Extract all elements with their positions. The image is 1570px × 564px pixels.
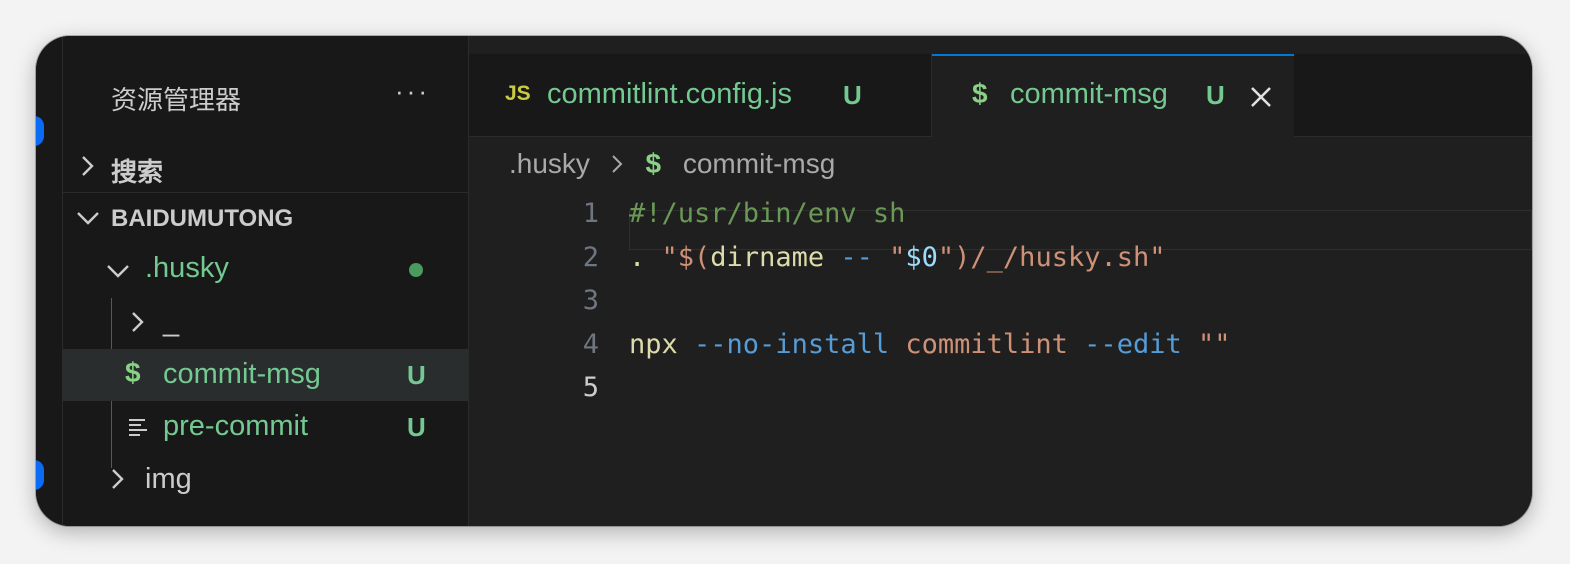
modified-dot-icon [409, 263, 423, 277]
code-text: npx --no-install commitlint --edit "" [629, 323, 1230, 367]
code-token: commitlint [905, 328, 1068, 360]
git-untracked-badge: U [407, 360, 426, 390]
activity-bar [36, 36, 63, 526]
search-section-header[interactable]: 搜索 [63, 140, 468, 193]
code-token: " [889, 241, 906, 273]
tree-item-label: pre-commit [163, 410, 309, 442]
search-section-label: 搜索 [111, 157, 164, 187]
tree-item-label: .husky [145, 252, 229, 284]
git-untracked-badge: U [407, 412, 426, 442]
breadcrumb: .husky $ commit-msg [509, 148, 835, 180]
tree-item-label: commit-msg [163, 358, 321, 390]
code-token: npx [629, 328, 678, 360]
code-line[interactable]: 3 [469, 279, 1532, 323]
code-token: "$( [661, 241, 711, 273]
code-token: ")/_/husky.sh" [937, 241, 1166, 273]
chevron-down-icon [77, 212, 99, 225]
explorer-title: 资源管理器 [111, 85, 242, 115]
vscode-window: 资源管理器 ··· 搜索 BAIDUMUTONG .husky _ $ comm… [36, 36, 1532, 526]
javascript-file-icon: JS [505, 82, 531, 105]
editor-area: JS commitlint.config.js U $ commit-msg U… [469, 36, 1532, 526]
breadcrumb-folder[interactable]: .husky [509, 148, 590, 179]
chevron-right-icon [112, 469, 124, 489]
code-token: $0 [905, 241, 938, 273]
code-token: dirname [710, 241, 825, 273]
tab-label: commitlint.config.js [547, 78, 792, 110]
tree-item-pre-commit[interactable]: pre-commit U [63, 402, 468, 452]
code-token: --edit [1067, 328, 1198, 360]
breadcrumb-file[interactable]: commit-msg [683, 148, 835, 179]
tab-bar: JS commitlint.config.js U $ commit-msg U [469, 54, 1532, 138]
more-actions-icon[interactable]: ··· [395, 76, 430, 107]
line-number: 5 [582, 372, 599, 403]
tree-item-label: img [145, 463, 192, 495]
tree-item-label: _ [163, 306, 180, 338]
code-line[interactable]: 4 npx --no-install commitlint --edit "" [469, 323, 1532, 367]
code-line[interactable]: 2. "$(dirname -- "$0")/_/husky.sh" [469, 236, 1532, 280]
git-untracked-badge: U [843, 80, 862, 110]
shell-script-icon: $ [972, 78, 988, 109]
workspace-name: BAIDUMUTONG [111, 205, 294, 232]
code-token: "" [1197, 328, 1231, 360]
code-token: -- [824, 241, 890, 273]
tab-commitlint-config[interactable]: JS commitlint.config.js U [469, 54, 932, 136]
shell-script-icon: $ [125, 357, 141, 388]
tree-item-underscore-folder[interactable]: _ [63, 298, 468, 348]
code-text: . "$(dirname -- "$0")/_/husky.sh" [629, 236, 1165, 280]
code-text: #!/usr/bin/env sh [629, 192, 905, 236]
explorer-sidebar: 资源管理器 ··· 搜索 BAIDUMUTONG .husky _ $ comm… [63, 36, 469, 526]
text-file-icon [129, 419, 147, 436]
code-line[interactable]: 1 #!/usr/bin/env sh [469, 192, 1532, 236]
chevron-down-icon [107, 265, 129, 278]
git-untracked-badge: U [1206, 80, 1225, 110]
workspace-header[interactable]: BAIDUMUTONG [63, 193, 468, 243]
line-number: 3 [582, 285, 599, 316]
code-token: . [629, 241, 662, 273]
close-icon[interactable] [1250, 86, 1272, 108]
activity-indicator-icon[interactable] [36, 116, 44, 146]
code-token: #!/usr/bin/env sh [629, 198, 906, 229]
line-number: 1 [582, 198, 599, 229]
tree-item-husky-folder[interactable]: .husky [63, 244, 468, 294]
code-token: --no-install [677, 328, 906, 360]
tab-label: commit-msg [1010, 78, 1168, 110]
chevron-right-icon [612, 154, 623, 173]
chevron-right-icon [132, 312, 144, 332]
line-number: 2 [582, 241, 599, 273]
code-line[interactable]: 5 [469, 366, 1532, 410]
tab-commit-msg[interactable]: $ commit-msg U [932, 54, 1294, 138]
tree-item-img-folder[interactable]: img [63, 455, 468, 505]
line-number: 4 [582, 328, 599, 360]
chevron-right-icon [82, 156, 94, 176]
shell-script-icon: $ [645, 148, 662, 179]
tree-item-commit-msg[interactable]: $ commit-msg U [63, 349, 468, 401]
activity-indicator-icon[interactable] [36, 460, 44, 490]
